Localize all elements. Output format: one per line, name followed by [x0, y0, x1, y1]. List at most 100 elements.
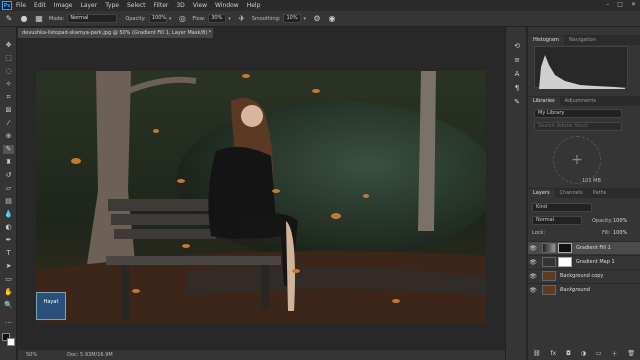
status-bar: 50% Doc: 5.93M/16.9M [18, 350, 505, 360]
gear-icon[interactable]: ⚙ [312, 14, 322, 24]
gradient-tool-icon[interactable]: ▤ [3, 197, 14, 206]
histogram-graph [534, 46, 628, 89]
rectangle-tool-icon[interactable]: ▭ [3, 275, 14, 284]
menu-view[interactable]: View [193, 2, 207, 9]
layer-mask-thumbnail[interactable] [558, 243, 572, 253]
menu-select[interactable]: Select [127, 2, 146, 9]
menu-type[interactable]: Type [105, 2, 119, 9]
document-tab[interactable]: devushka-listopad-skamya-park.jpg @ 50% … [18, 28, 213, 38]
opacity-arrow-icon[interactable]: ▾ [169, 16, 172, 22]
blur-tool-icon[interactable]: 💧 [3, 210, 14, 219]
window-controls: – □ ✕ [606, 1, 636, 8]
layer-row[interactable]: 👁 Background [528, 283, 640, 296]
healing-tool-icon[interactable]: ⊕ [3, 132, 14, 141]
layer-style-icon[interactable]: fx [550, 350, 556, 357]
layer-row[interactable]: 👁 Gradient Map 1 [528, 255, 640, 268]
menu-file[interactable]: File [16, 2, 26, 9]
add-mask-icon[interactable]: ◘ [566, 350, 571, 357]
history-panel-icon[interactable]: ⟲ [512, 41, 522, 51]
eyedropper-tool-icon[interactable]: ⁄ [3, 119, 14, 128]
layers-footer: ⛓ fx ◘ ◑ ▭ ＋ 🗑 [528, 347, 640, 360]
watermark-text: Hayat [43, 299, 59, 305]
dodge-tool-icon[interactable]: ◐ [3, 223, 14, 232]
eye-icon[interactable]: 👁 [528, 287, 538, 294]
pen-tool-icon[interactable]: ✒ [3, 236, 14, 245]
tab-libraries[interactable]: Libraries [528, 97, 560, 106]
flow-field[interactable]: 30% [208, 14, 227, 23]
smoothing-label: Smoothing: [251, 15, 281, 22]
canvas-image[interactable] [36, 71, 486, 324]
layer-blend-mode[interactable]: Normal [532, 216, 582, 225]
history-brush-tool-icon[interactable]: ↺ [3, 171, 14, 180]
new-layer-icon[interactable]: ＋ [611, 349, 617, 358]
layer-opacity-value[interactable]: 100% [613, 218, 627, 224]
tab-layers[interactable]: Layers [528, 189, 555, 198]
airbrush-icon[interactable]: ✈ [237, 14, 247, 24]
link-layers-icon[interactable]: ⛓ [533, 350, 541, 357]
smoothing-field[interactable]: 10% [283, 14, 302, 23]
layer-row[interactable]: 👁 Background copy [528, 269, 640, 282]
eraser-tool-icon[interactable]: ▱ [3, 184, 14, 193]
lasso-tool-icon[interactable]: ◌ [3, 67, 14, 76]
menu-edit[interactable]: Edit [34, 2, 46, 9]
mode-select[interactable]: Normal [67, 14, 118, 23]
tab-paths[interactable]: Paths [588, 189, 612, 198]
histogram-tabs: Histogram Navigation [528, 35, 640, 45]
fill-label: Fill: [602, 230, 611, 236]
maximize-button[interactable]: □ [617, 1, 623, 8]
move-tool-icon[interactable]: ✥ [3, 41, 14, 50]
fill-value[interactable]: 100% [613, 230, 627, 236]
watermark-logo: Hayat [36, 292, 66, 320]
character-panel-icon[interactable]: A [512, 69, 522, 79]
properties-panel-icon[interactable]: ≡ [512, 55, 522, 65]
close-button[interactable]: ✕ [631, 1, 636, 8]
tab-channels[interactable]: Channels [555, 189, 588, 198]
type-tool-icon[interactable]: T [3, 249, 14, 258]
layer-kind-filter[interactable]: Kind [532, 203, 592, 212]
tab-navigation[interactable]: Navigation [564, 36, 601, 45]
menu-filter[interactable]: Filter [154, 2, 169, 9]
hand-tool-icon[interactable]: ✋ [3, 288, 14, 297]
marquee-tool-icon[interactable]: ⬚ [3, 54, 14, 63]
menu-image[interactable]: Image [54, 2, 73, 9]
tab-adjustments[interactable]: Adjustments [560, 97, 601, 106]
menu-3d[interactable]: 3D [176, 2, 184, 9]
library-add-icon[interactable]: + [553, 136, 601, 184]
paragraph-panel-icon[interactable]: ¶ [512, 83, 522, 93]
brush-tool-icon[interactable]: ✎ [4, 14, 14, 24]
brush-settings-icon[interactable]: ▦ [34, 14, 44, 24]
layer-row[interactable]: 👁 Gradient Fill 1 [528, 241, 640, 254]
flow-arrow-icon[interactable]: ▾ [228, 16, 231, 22]
zoom-level[interactable]: 50% [26, 352, 37, 358]
brush-panel-icon[interactable]: ✎ [512, 97, 522, 107]
minimize-button[interactable]: – [606, 1, 609, 8]
pressure-size-icon[interactable]: ◉ [327, 14, 337, 24]
pressure-opacity-icon[interactable]: ◎ [177, 14, 187, 24]
crop-tool-icon[interactable]: ⌗ [3, 93, 14, 102]
trash-icon[interactable]: 🗑 [627, 350, 635, 357]
path-select-tool-icon[interactable]: ➤ [3, 262, 14, 271]
group-icon[interactable]: ▭ [596, 350, 602, 357]
background-color-swatch[interactable] [7, 338, 15, 346]
smoothing-arrow-icon[interactable]: ▾ [303, 16, 306, 22]
eye-icon[interactable]: 👁 [528, 259, 538, 266]
zoom-tool-icon[interactable]: 🔍 [3, 301, 14, 310]
eye-icon[interactable]: 👁 [528, 273, 538, 280]
menu-help[interactable]: Help [247, 2, 261, 9]
clone-stamp-tool-icon[interactable]: ♜ [3, 158, 14, 167]
layer-mask-thumbnail[interactable] [558, 257, 572, 267]
library-search-input[interactable]: Search Adobe Stock [534, 122, 622, 131]
tab-histogram[interactable]: Histogram [528, 36, 564, 45]
opacity-field[interactable]: 100% [148, 14, 167, 23]
library-select[interactable]: My Library [534, 109, 622, 118]
brush-tool-icon[interactable]: ✎ [3, 145, 14, 154]
more-tools-icon[interactable]: … [3, 317, 14, 326]
quick-select-tool-icon[interactable]: ✧ [3, 80, 14, 89]
eye-icon[interactable]: 👁 [528, 245, 538, 252]
layer-name: Background copy [560, 273, 604, 279]
menu-layer[interactable]: Layer [80, 2, 97, 9]
menu-window[interactable]: Window [215, 2, 239, 9]
frame-tool-icon[interactable]: ⊠ [3, 106, 14, 115]
brush-preset-icon[interactable]: ● [19, 14, 29, 24]
adjustment-layer-icon[interactable]: ◑ [581, 350, 586, 357]
